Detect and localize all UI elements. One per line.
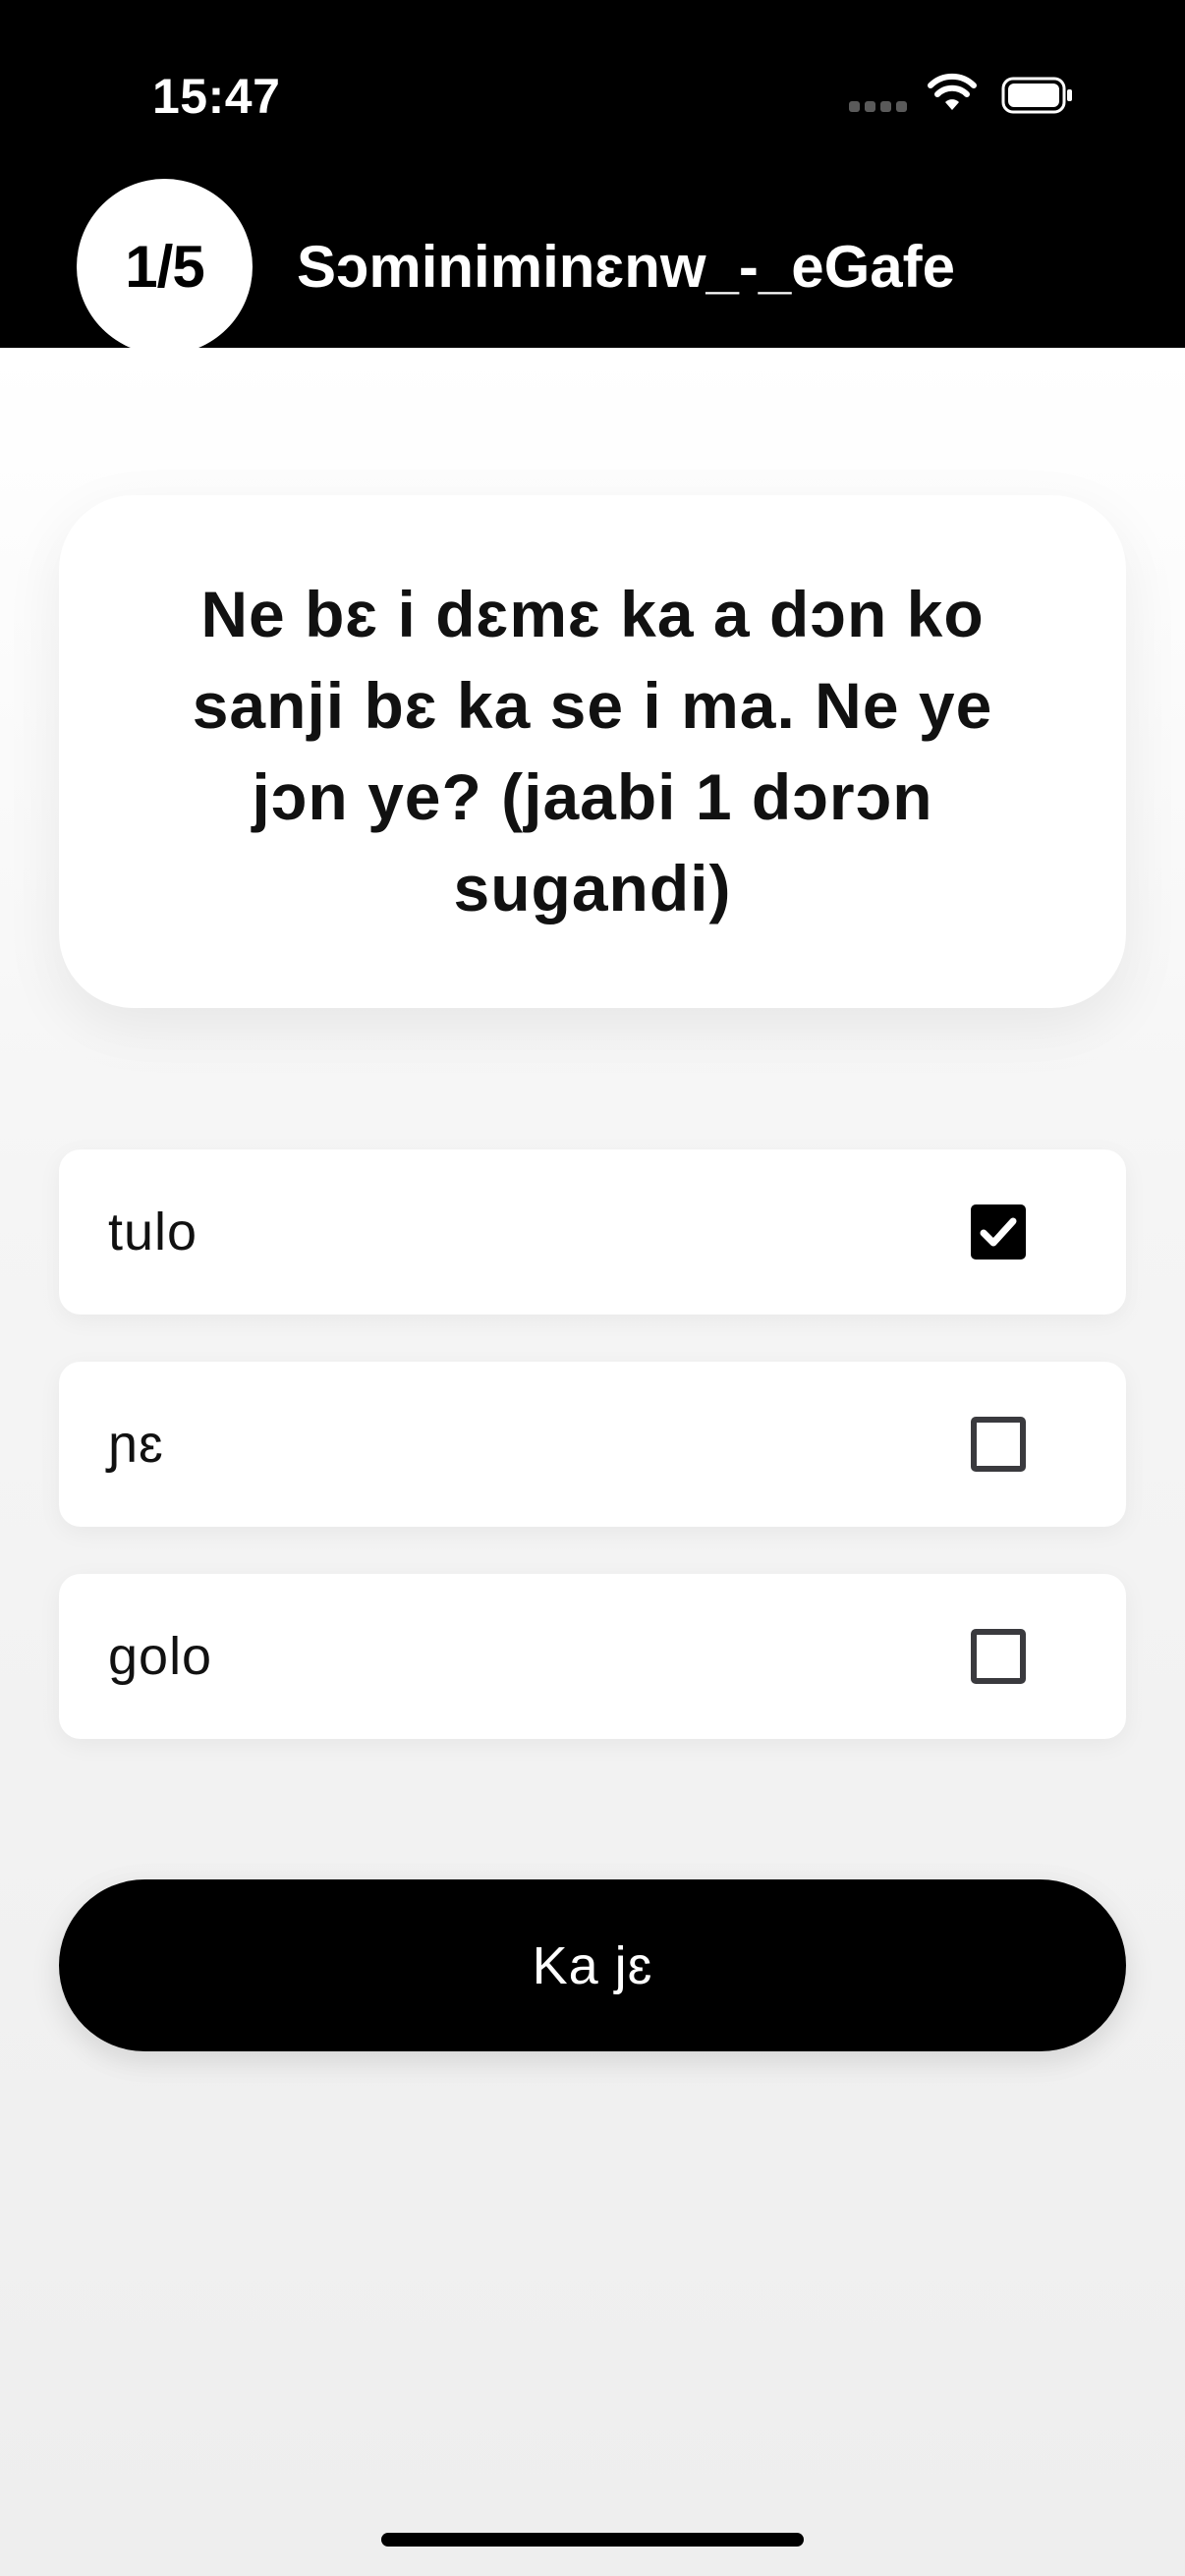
question-text: Ne bɛ i dɛmɛ ka a dɔn ko sanji bɛ ka se … xyxy=(192,578,993,924)
cellular-signal-icon xyxy=(849,101,908,115)
page-title: Sɔminiminɛnw_-_eGafe xyxy=(297,234,956,300)
answer-option-label: golo xyxy=(108,1627,213,1686)
checkbox-checked[interactable] xyxy=(971,1204,1026,1260)
top-header: 15:47 1/5 Sɔminiminɛnw_-_eGafe xyxy=(0,0,1185,355)
answer-option-label: ɲɛ xyxy=(108,1415,164,1474)
submit-button-label: Ka jɛ xyxy=(532,1935,653,1995)
checkbox-unchecked[interactable] xyxy=(971,1417,1026,1472)
answer-option-nye[interactable]: ɲɛ xyxy=(59,1362,1126,1527)
step-counter-text: 1/5 xyxy=(125,234,204,300)
step-counter-badge: 1/5 xyxy=(77,179,253,355)
answer-option-tulo[interactable]: tulo xyxy=(59,1149,1126,1315)
question-card: Ne bɛ i dɛmɛ ka a dɔn ko sanji bɛ ka se … xyxy=(59,495,1126,1008)
wifi-icon xyxy=(928,73,977,110)
answer-option-golo[interactable]: golo xyxy=(59,1574,1126,1739)
battery-icon xyxy=(1001,77,1072,114)
submit-button[interactable]: Ka jɛ xyxy=(59,1879,1126,2051)
checkmark-icon xyxy=(980,1217,1017,1247)
status-time: 15:47 xyxy=(152,69,281,124)
home-indicator[interactable] xyxy=(381,2533,804,2547)
checkbox-unchecked[interactable] xyxy=(971,1629,1026,1684)
answer-option-label: tulo xyxy=(108,1203,198,1261)
